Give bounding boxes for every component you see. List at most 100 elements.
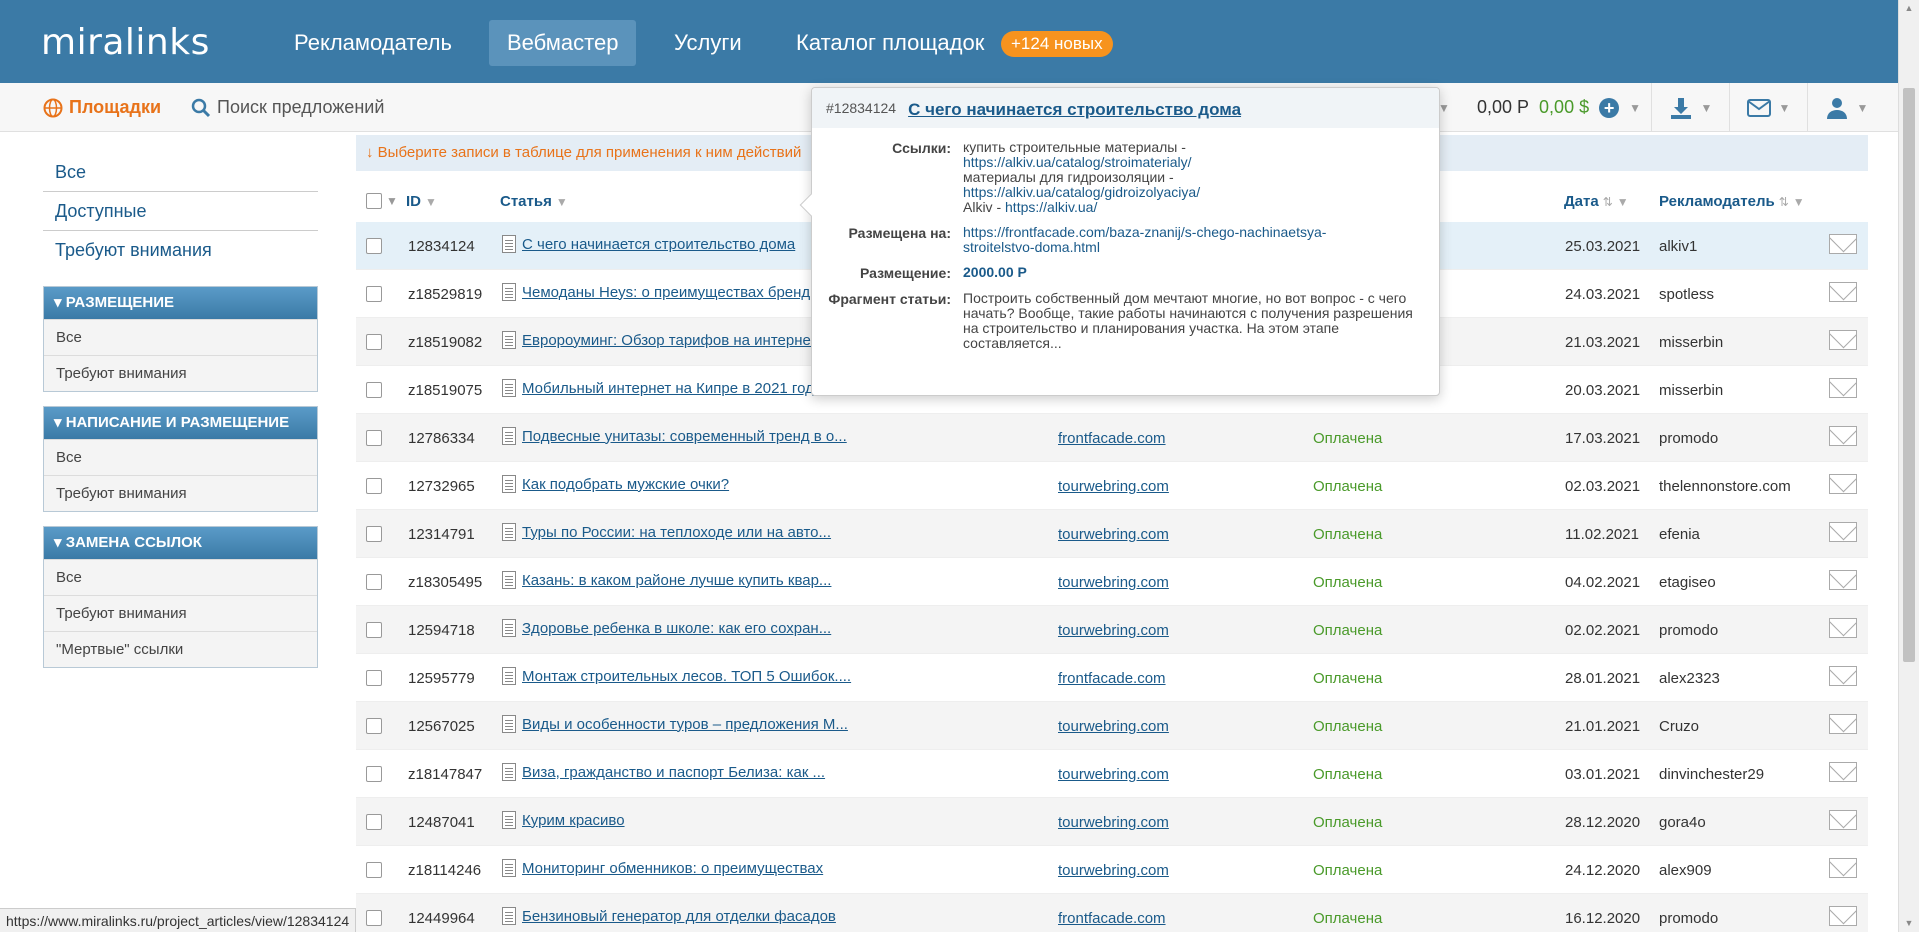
- group-writing-attention[interactable]: Требуют внимания: [44, 475, 317, 511]
- link-url[interactable]: https://alkiv.ua/catalog/stroimaterialy/: [963, 154, 1192, 170]
- placed-url[interactable]: https://frontfacade.com/baza-znanij/s-ch…: [963, 224, 1326, 255]
- row-article[interactable]: Подвесные унитазы: современный тренд в о…: [502, 427, 847, 445]
- row-site[interactable]: frontfacade.com: [1058, 910, 1166, 927]
- row-site[interactable]: tourwebring.com: [1058, 526, 1169, 543]
- row-checkbox[interactable]: [366, 286, 382, 306]
- scroll-up-arrow[interactable]: ▲: [1899, 0, 1919, 17]
- row-site[interactable]: frontfacade.com: [1058, 430, 1166, 447]
- select-all-checkbox[interactable]: [366, 193, 382, 209]
- row-checkbox[interactable]: [366, 766, 382, 786]
- group-placement-all[interactable]: Все: [44, 319, 317, 355]
- row-checkbox[interactable]: [366, 526, 382, 546]
- row-checkbox[interactable]: [366, 910, 382, 930]
- profile-button[interactable]: ▼: [1807, 83, 1885, 132]
- table-row[interactable]: 12732965 Как подобрать мужские очки? tourw…: [356, 462, 1868, 510]
- row-checkbox[interactable]: [366, 718, 382, 738]
- message-icon[interactable]: [1829, 618, 1857, 642]
- group-link-replace-header[interactable]: ▾ ЗАМЕНА ССЫЛОК: [44, 527, 317, 559]
- popover-title-link[interactable]: С чего начинается строительство дома: [908, 100, 1241, 128]
- message-icon[interactable]: [1829, 330, 1857, 354]
- row-site[interactable]: tourwebring.com: [1058, 766, 1169, 783]
- message-icon[interactable]: [1829, 666, 1857, 690]
- message-icon[interactable]: [1829, 522, 1857, 546]
- col-advertiser[interactable]: Рекламодатель ⇅ ▼: [1659, 193, 1805, 210]
- row-checkbox[interactable]: [366, 238, 382, 258]
- message-icon[interactable]: [1829, 474, 1857, 498]
- row-site[interactable]: tourwebring.com: [1058, 718, 1169, 735]
- group-link-replace-dead[interactable]: "Мертвые" ссылки: [44, 631, 317, 667]
- table-row[interactable]: 12314791 Туры по России: на теплоходе или…: [356, 510, 1868, 558]
- link-url[interactable]: https://alkiv.ua/: [1005, 199, 1097, 215]
- sidebar-item-attention[interactable]: Требуют внимания: [43, 231, 318, 270]
- article-link[interactable]: Казань: в каком районе лучше купить квар…: [522, 572, 831, 589]
- group-writing-all[interactable]: Все: [44, 439, 317, 475]
- message-icon[interactable]: [1829, 282, 1857, 306]
- filter-icon[interactable]: ▼: [425, 195, 437, 209]
- message-icon[interactable]: [1829, 714, 1857, 738]
- nav-catalog[interactable]: Каталог площадок: [778, 20, 1002, 66]
- chevron-down-icon[interactable]: ▼: [386, 194, 398, 208]
- row-site[interactable]: tourwebring.com: [1058, 814, 1169, 831]
- row-article[interactable]: Туры по России: на теплоходе или на авто…: [502, 523, 831, 541]
- message-icon[interactable]: [1829, 858, 1857, 882]
- row-checkbox[interactable]: [366, 670, 382, 690]
- article-link[interactable]: Туры по России: на теплоходе или на авто…: [522, 524, 831, 541]
- article-link[interactable]: Подвесные унитазы: современный тренд в о…: [522, 428, 847, 445]
- article-link[interactable]: Чемоданы Heys: о преимуществах бренд...: [522, 284, 823, 301]
- nav-webmaster[interactable]: Вебмастер: [489, 20, 637, 66]
- row-checkbox[interactable]: [366, 430, 382, 450]
- group-writing-header[interactable]: ▾ НАПИСАНИЕ И РАЗМЕЩЕНИЕ: [44, 407, 317, 439]
- row-checkbox[interactable]: [366, 814, 382, 834]
- row-checkbox[interactable]: [366, 478, 382, 498]
- article-link[interactable]: Здоровье ребенка в школе: как его сохран…: [522, 620, 831, 637]
- message-icon[interactable]: [1829, 426, 1857, 450]
- group-link-replace-all[interactable]: Все: [44, 559, 317, 595]
- table-row[interactable]: 12595779 Монтаж строительных лесов. ТОП 5…: [356, 654, 1868, 702]
- row-article[interactable]: Здоровье ребенка в школе: как его сохран…: [502, 619, 831, 637]
- sort-icon[interactable]: ⇅: [1779, 195, 1789, 209]
- message-icon[interactable]: [1829, 234, 1857, 258]
- search-offers-link[interactable]: Поиск предложений: [191, 97, 384, 118]
- table-row[interactable]: z18305495 Казань: в каком районе лучше ку…: [356, 558, 1868, 606]
- link-url[interactable]: https://alkiv.ua/catalog/gidroizolyaciya…: [963, 184, 1200, 200]
- row-site[interactable]: tourwebring.com: [1058, 622, 1169, 639]
- row-site[interactable]: tourwebring.com: [1058, 574, 1169, 591]
- article-link[interactable]: Мониторинг обменников: о преимуществах: [522, 860, 823, 877]
- balance[interactable]: 0,00 Р 0,00 $ + ▼: [1477, 97, 1641, 118]
- row-article[interactable]: Как подобрать мужские очки?: [502, 475, 729, 493]
- row-article[interactable]: Казань: в каком районе лучше купить квар…: [502, 571, 831, 589]
- message-icon[interactable]: [1829, 906, 1857, 930]
- col-id[interactable]: ID ▼: [406, 193, 437, 210]
- scroll-down-arrow[interactable]: ▼: [1899, 915, 1919, 932]
- chevron-down-icon[interactable]: ▼: [1629, 101, 1641, 115]
- filter-icon[interactable]: ▼: [556, 195, 568, 209]
- filter-icon[interactable]: ▼: [1617, 195, 1629, 209]
- table-row[interactable]: z18114246 Мониторинг обменников: о преиму…: [356, 846, 1868, 894]
- table-row[interactable]: z18147847 Виза, гражданство и паспорт Бел…: [356, 750, 1868, 798]
- row-checkbox[interactable]: [366, 574, 382, 594]
- col-date[interactable]: Дата ⇅ ▼: [1564, 193, 1629, 210]
- scrollbar[interactable]: ▲ ▼: [1898, 0, 1919, 932]
- row-checkbox[interactable]: [366, 334, 382, 354]
- message-icon[interactable]: [1829, 570, 1857, 594]
- select-all[interactable]: ▼: [366, 193, 398, 209]
- scroll-thumb[interactable]: [1903, 88, 1915, 662]
- row-article[interactable]: Бензиновый генератор для отделки фасадов: [502, 907, 836, 925]
- group-placement-attention[interactable]: Требуют внимания: [44, 355, 317, 391]
- logo[interactable]: miralinks: [41, 22, 210, 63]
- col-article[interactable]: Статья ▼: [500, 193, 568, 210]
- add-funds-icon[interactable]: +: [1599, 97, 1620, 118]
- message-icon[interactable]: [1829, 810, 1857, 834]
- message-icon[interactable]: [1829, 378, 1857, 402]
- row-checkbox[interactable]: [366, 382, 382, 402]
- new-sites-badge[interactable]: +124 новых: [1001, 31, 1113, 57]
- row-article[interactable]: Виды и особенности туров – предложения М…: [502, 715, 848, 733]
- message-icon[interactable]: [1829, 762, 1857, 786]
- nav-services[interactable]: Услуги: [656, 20, 760, 66]
- sort-icon[interactable]: ⇅: [1603, 195, 1613, 209]
- row-site[interactable]: tourwebring.com: [1058, 478, 1169, 495]
- filter-icon[interactable]: ▼: [1793, 195, 1805, 209]
- row-article[interactable]: С чего начинается строительство дома: [502, 235, 795, 253]
- article-link[interactable]: Евророуминг: Обзор тарифов на интерне...: [522, 332, 823, 349]
- messages-button[interactable]: ▼: [1729, 83, 1807, 132]
